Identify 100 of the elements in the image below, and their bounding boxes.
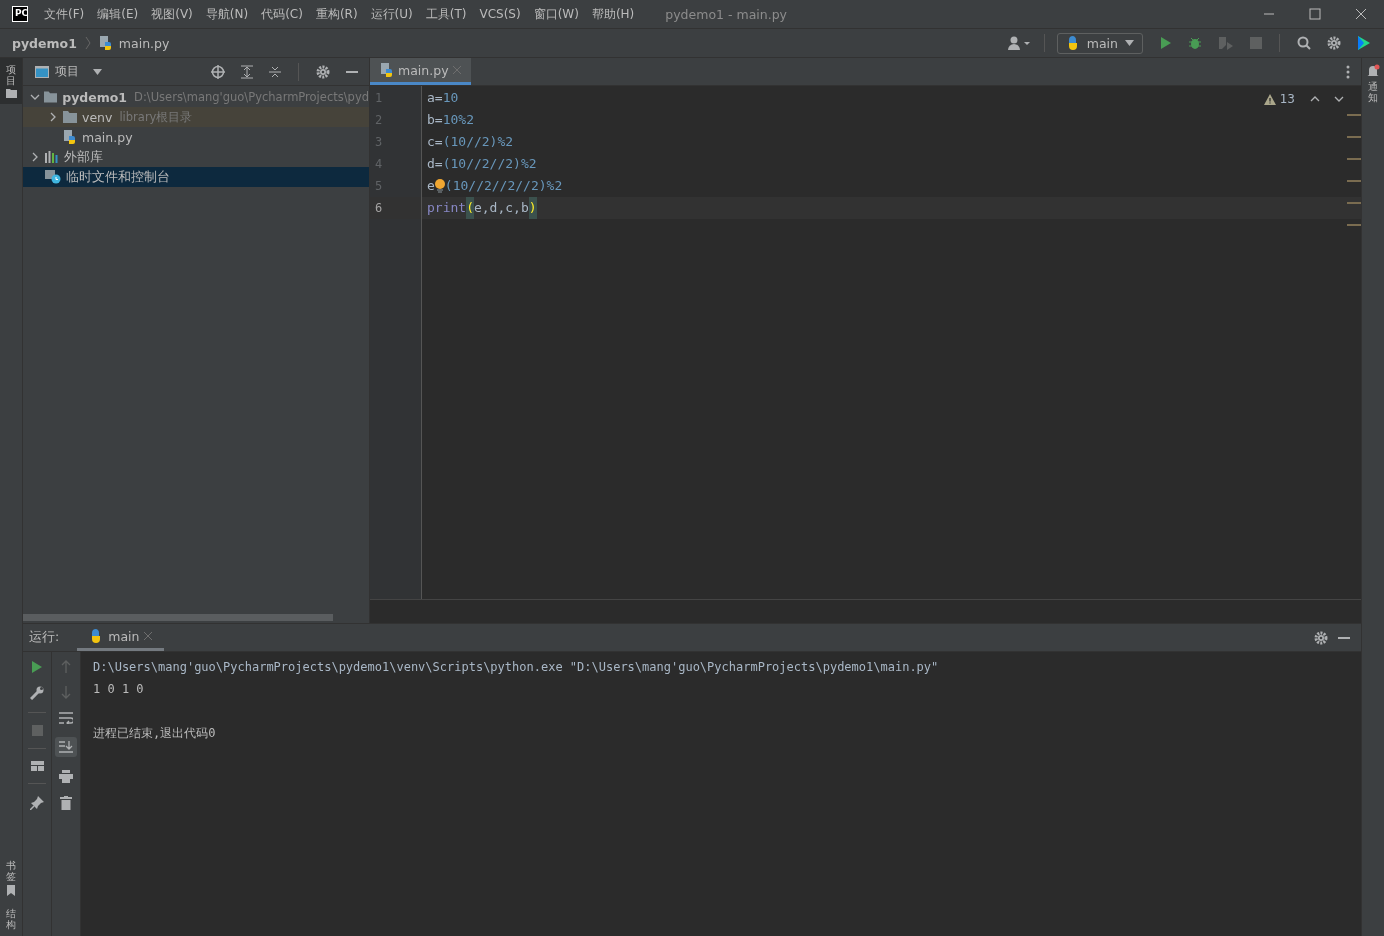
tree-item[interactable]: 外部库 xyxy=(23,147,369,167)
console-line: 1 0 1 0 xyxy=(93,681,145,698)
tree-item[interactable]: pydemo1 D:\Users\mang'guo\PycharmProjects\pyd xyxy=(23,87,369,107)
bookmark-icon xyxy=(7,885,15,896)
menu-item[interactable]: 工具(T) xyxy=(425,5,467,23)
menu-item[interactable]: 代码(C) xyxy=(261,5,303,23)
more-icon[interactable] xyxy=(1346,64,1350,79)
menu-item[interactable]: 运行(U) xyxy=(370,5,413,23)
app-logo: PC xyxy=(12,6,28,22)
chevron-icon xyxy=(84,36,91,50)
locate-icon[interactable] xyxy=(211,64,225,79)
menu-item[interactable]: VCS(S) xyxy=(479,7,521,21)
editor-tab[interactable]: main.py xyxy=(370,58,471,85)
breadcrumb-item[interactable]: pydemo1 xyxy=(12,35,77,51)
menu-item[interactable]: 视图(V) xyxy=(151,5,193,23)
tree-item[interactable]: main.py xyxy=(23,127,369,147)
run-icon[interactable] xyxy=(1160,36,1172,50)
user-icon[interactable] xyxy=(1007,36,1032,50)
tree-item[interactable]: 临时文件和控制台 xyxy=(23,167,369,187)
maximize-icon[interactable] xyxy=(1309,8,1321,20)
pin-icon[interactable] xyxy=(30,796,44,810)
code-token: %2 xyxy=(520,155,537,173)
rerun-icon[interactable] xyxy=(31,660,43,674)
menu-item[interactable]: 重构(R) xyxy=(315,5,358,23)
library-icon xyxy=(45,151,59,163)
folder-icon xyxy=(63,111,77,123)
settings-icon[interactable] xyxy=(1314,630,1328,645)
code-token: 10%2 xyxy=(442,111,474,129)
console-line: D:\Users\mang'guo\PycharmProjects\pydemo1\venv\Scripts\python.exe "D:\Users\mang'guo\PycharmProjects\pydemo1\main.py" xyxy=(93,659,940,676)
breadcrumb-item[interactable]: main.py xyxy=(118,35,170,51)
menu-item[interactable]: 窗口(W) xyxy=(533,5,579,23)
close-icon[interactable] xyxy=(1355,8,1367,20)
hide-icon[interactable] xyxy=(346,70,358,73)
code-token: c xyxy=(427,133,435,151)
plugin-logo-icon[interactable] xyxy=(1357,35,1371,51)
expand-all-icon[interactable] xyxy=(241,64,253,79)
code-token: 10 xyxy=(442,89,459,107)
code-token: ) xyxy=(528,197,537,219)
code-token: b xyxy=(427,111,435,129)
python-file-icon xyxy=(63,130,77,144)
bug-icon[interactable] xyxy=(1188,36,1202,50)
code-token: (10//2//2//2) xyxy=(444,177,547,195)
tool-window-button[interactable]: 通知 xyxy=(1362,58,1384,109)
menu-item[interactable]: 文件(F) xyxy=(44,5,85,23)
run-config-dropdown[interactable]: main xyxy=(1056,32,1143,54)
trash-icon[interactable] xyxy=(60,796,72,810)
chevron-icon[interactable] xyxy=(30,152,40,162)
next-icon[interactable] xyxy=(1334,96,1344,102)
code-token: ( xyxy=(466,197,474,219)
tree-item-label: 临时文件和控制台 xyxy=(66,168,170,186)
code-token: = xyxy=(434,89,443,107)
tree-item-label: pydemo1 xyxy=(62,89,128,105)
scroll-to-end-button[interactable] xyxy=(55,737,77,757)
menu-item[interactable]: 帮助(H) xyxy=(591,5,635,23)
folder-icon xyxy=(5,89,17,98)
warning-count[interactable]: 13 xyxy=(1279,92,1295,106)
previous-icon[interactable] xyxy=(1310,96,1320,102)
scratch-clock-icon xyxy=(45,170,61,184)
warning-icon xyxy=(1263,93,1276,105)
folder-icon xyxy=(44,91,58,103)
window-title: pydemo1 - main.py xyxy=(665,6,787,22)
code-token: %2 xyxy=(546,177,563,195)
panel-title[interactable]: 项目 xyxy=(55,63,79,80)
layout-icon[interactable] xyxy=(30,761,44,771)
code-token: (10//2//2) xyxy=(442,155,521,173)
python-file-icon xyxy=(380,63,394,77)
settings-icon[interactable] xyxy=(1327,36,1341,50)
chevron-icon[interactable] xyxy=(48,112,58,122)
wrench-icon[interactable] xyxy=(30,686,44,700)
console-line: 进程已结束,退出代码0 xyxy=(93,725,217,742)
tree-item-label: 外部库 xyxy=(64,148,103,166)
code-token: %2 xyxy=(497,133,514,151)
panel-title: 运行: xyxy=(29,629,60,646)
code-token: = xyxy=(434,133,443,151)
caret-icon xyxy=(1125,40,1134,46)
run-tab[interactable]: main xyxy=(77,624,165,651)
settings-icon[interactable] xyxy=(316,64,330,79)
search-icon[interactable] xyxy=(1297,36,1311,50)
lightbulb-icon[interactable] xyxy=(434,179,445,193)
tool-window-button[interactable]: 项目 xyxy=(0,58,22,104)
chevron-icon[interactable] xyxy=(29,92,40,102)
menu-item[interactable]: 导航(N) xyxy=(205,5,249,23)
python-file-icon xyxy=(98,36,113,50)
menu-item[interactable]: 编辑(E) xyxy=(97,5,139,23)
code-token: d xyxy=(427,155,435,173)
soft-wrap-icon[interactable] xyxy=(59,712,73,724)
collapse-all-icon[interactable] xyxy=(269,64,281,79)
code-token: print xyxy=(427,199,467,217)
code-token: e xyxy=(427,177,435,195)
hide-icon[interactable] xyxy=(1338,636,1350,639)
tool-window-button[interactable]: 书签 xyxy=(0,854,22,902)
project-view-icon xyxy=(35,65,49,78)
code-token: (10//2) xyxy=(442,133,498,151)
print-icon[interactable] xyxy=(59,770,73,783)
code-token: e,d,c,b xyxy=(473,199,529,217)
tool-window-button[interactable]: 结构 xyxy=(0,902,22,936)
scrollbar-thumb[interactable] xyxy=(23,614,333,621)
code-token: = xyxy=(434,111,443,129)
dropdown-caret-icon[interactable] xyxy=(93,68,102,75)
code-token: = xyxy=(434,155,443,173)
